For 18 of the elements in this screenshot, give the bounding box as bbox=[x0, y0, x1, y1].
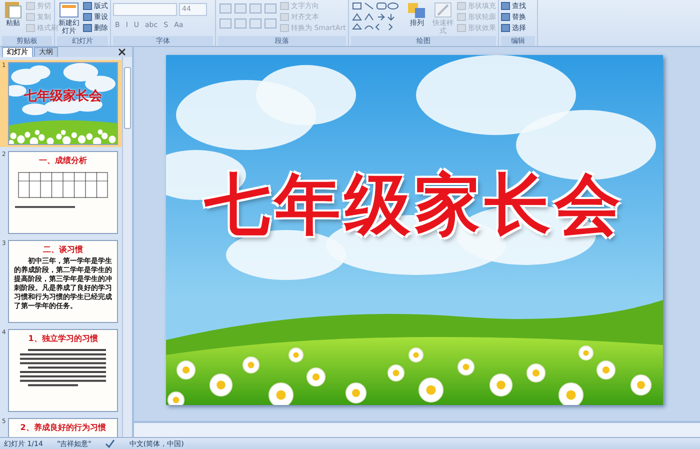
slide-thumbnail[interactable]: 2、养成良好的行为习惯 bbox=[8, 418, 118, 437]
close-icon[interactable] bbox=[118, 48, 126, 56]
clipboard-icon bbox=[2, 1, 24, 19]
font-name-field[interactable] bbox=[113, 3, 177, 16]
thumbnail-title: 二、谈习惯 bbox=[43, 244, 83, 255]
notes-pane[interactable] bbox=[134, 421, 700, 437]
brush-icon bbox=[433, 1, 453, 19]
scrollbar[interactable] bbox=[122, 57, 132, 437]
thumbnail-title: 1、独立学习的习惯 bbox=[28, 333, 98, 344]
text-lines-drawing bbox=[15, 206, 75, 209]
thumbnail-title: 一、成绩分析 bbox=[39, 155, 87, 166]
slide-thumbnail[interactable]: 一、成绩分析 bbox=[8, 151, 118, 234]
slide-icon bbox=[58, 1, 80, 19]
slide-icon bbox=[406, 1, 428, 19]
paragraph-tools-icon[interactable] bbox=[218, 1, 278, 31]
thumbnail-title: 2、养成良好的行为习惯 bbox=[20, 422, 106, 433]
slide-thumbnail[interactable]: 1、独立学习的习惯 bbox=[8, 329, 118, 412]
spell-check-icon[interactable] bbox=[105, 439, 116, 448]
